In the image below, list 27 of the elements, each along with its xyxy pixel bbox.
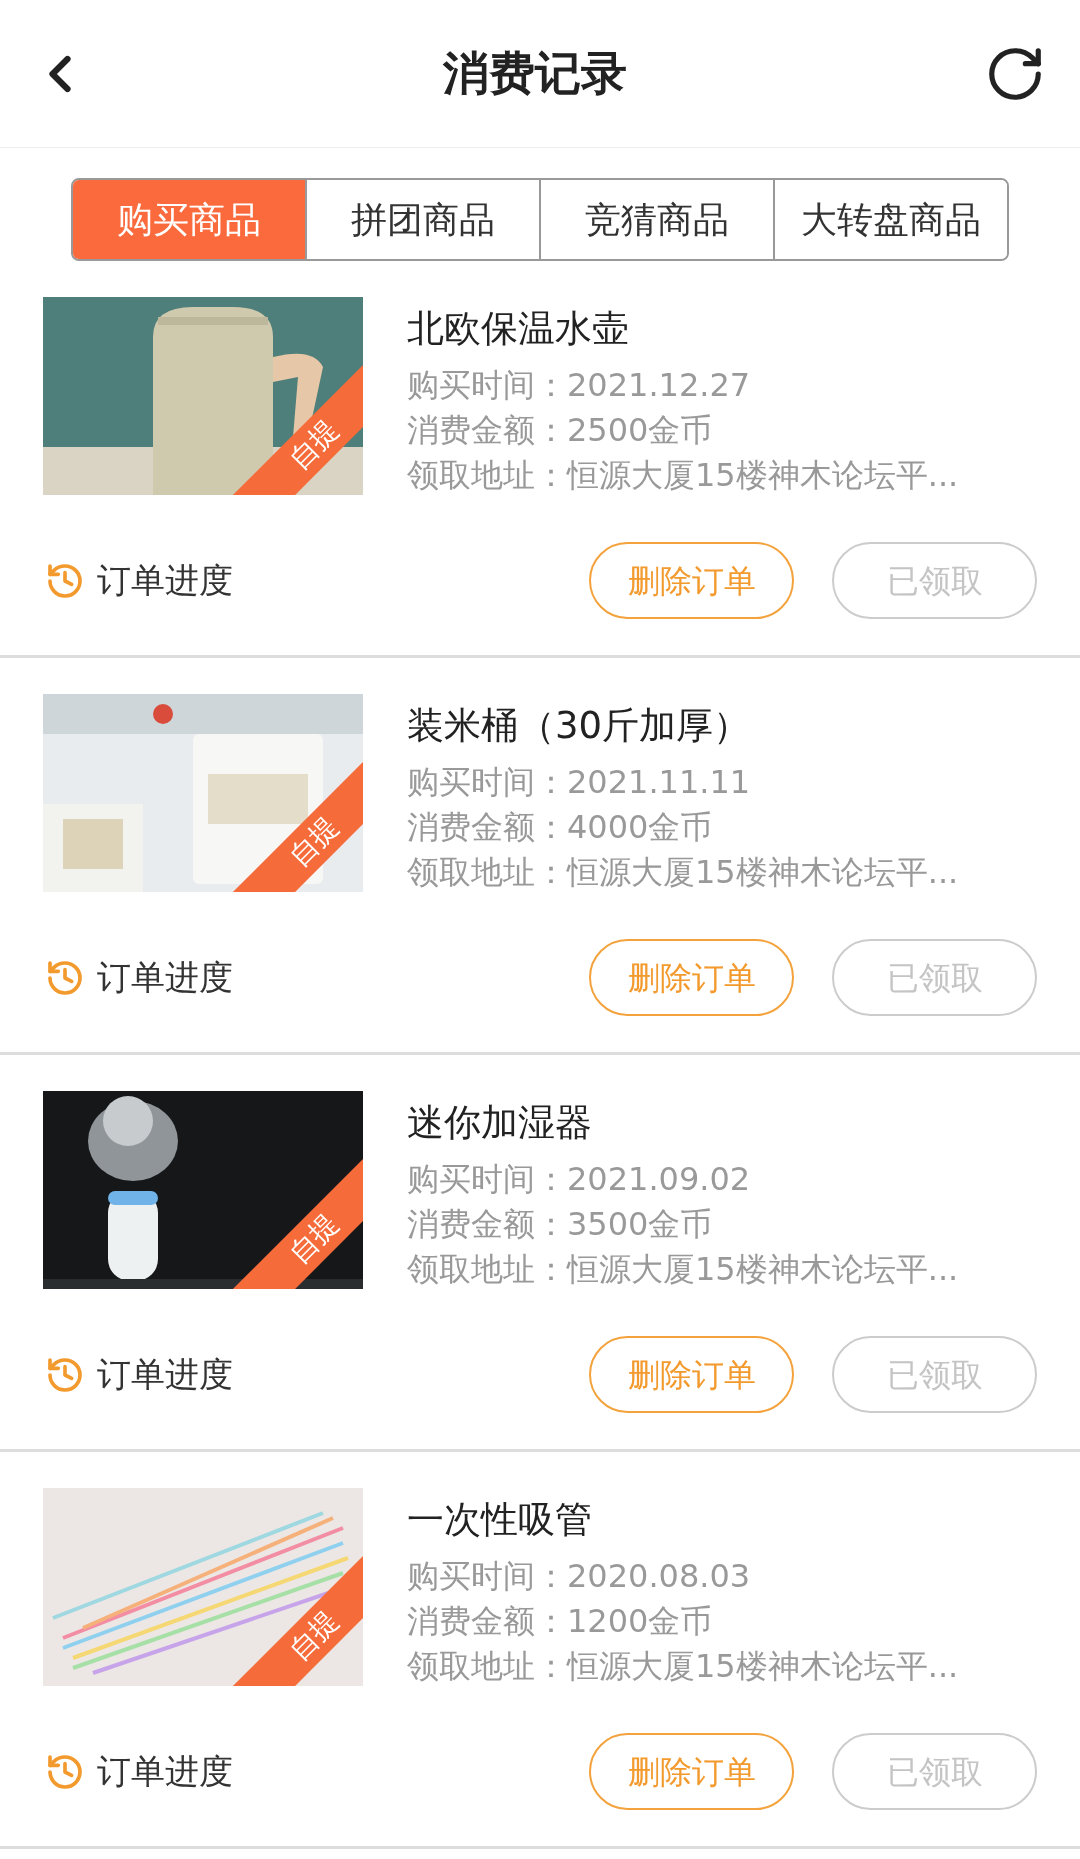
tab[interactable]: 大转盘商品 <box>773 180 1007 259</box>
delete-order-button[interactable]: 删除订单 <box>589 542 794 619</box>
product-name: 一次性吸管 <box>407 1497 593 1543</box>
order-progress-link[interactable]: 订单进度 <box>97 952 233 1003</box>
product-name: 装米桶（30斤加厚） <box>407 703 752 749</box>
product-name: 迷你加湿器 <box>407 1100 593 1146</box>
amount-text: 消费金额：2500金币 <box>407 410 714 451</box>
pickup-address: 领取地址：恒源大厦15楼神木论坛平... <box>407 1249 959 1290</box>
pickup-address: 领取地址：恒源大厦15楼神木论坛平... <box>407 455 959 496</box>
delete-order-button[interactable]: 删除订单 <box>589 1336 794 1413</box>
amount-text: 消费金额：4000金币 <box>407 807 714 848</box>
page-title: 消费记录 <box>443 45 627 102</box>
pickup-address: 领取地址：恒源大厦15楼神木论坛平... <box>407 1646 959 1687</box>
amount-text: 消费金额：1200金币 <box>407 1601 714 1642</box>
amount-text: 消费金额：3500金币 <box>407 1204 714 1245</box>
pickup-address: 领取地址：恒源大厦15楼神木论坛平... <box>407 852 959 893</box>
delete-order-button[interactable]: 删除订单 <box>589 939 794 1016</box>
purchase-time: 购买时间：2021.09.02 <box>407 1159 752 1200</box>
delete-order-button[interactable]: 删除订单 <box>589 1733 794 1810</box>
order-progress-link[interactable]: 订单进度 <box>97 1349 233 1400</box>
tab[interactable]: 购买商品 <box>73 180 305 259</box>
purchase-time: 购买时间：2021.11.11 <box>407 762 752 803</box>
product-name: 北欧保温水壶 <box>407 306 630 352</box>
order-progress-link[interactable]: 订单进度 <box>97 1746 233 1797</box>
order-progress-link[interactable]: 订单进度 <box>97 555 233 606</box>
purchase-time: 购买时间：2021.12.27 <box>407 365 752 406</box>
purchase-time: 购买时间：2020.08.03 <box>407 1556 752 1597</box>
